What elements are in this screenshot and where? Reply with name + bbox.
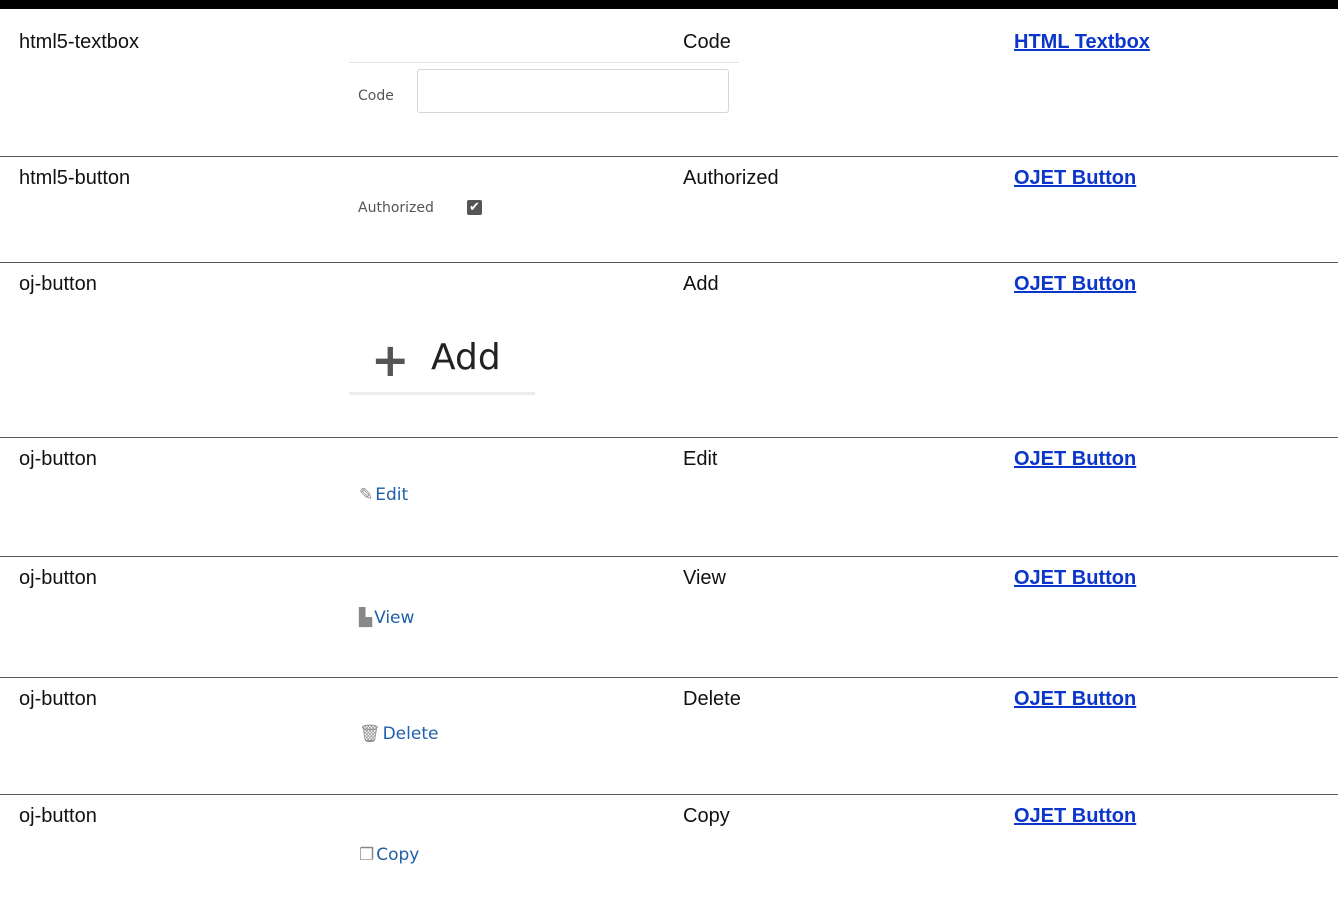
component-label: Add	[683, 273, 719, 295]
top-border	[0, 0, 1338, 9]
component-label: Copy	[683, 805, 730, 827]
view-button-label: View	[374, 608, 415, 628]
add-button[interactable]: + Add	[349, 333, 535, 398]
row-divider	[0, 794, 1338, 795]
component-name: oj-button	[19, 448, 97, 470]
delete-button[interactable]: 🗑 Delete	[359, 723, 438, 745]
edit-button[interactable]: ✎ Edit	[359, 484, 408, 506]
component-name: html5-textbox	[19, 31, 140, 53]
doc-link[interactable]: OJET Button	[1014, 167, 1136, 189]
component-label: Code	[683, 31, 731, 53]
copy-button-label: Copy	[376, 845, 420, 865]
row-divider	[0, 262, 1338, 263]
row-divider	[0, 677, 1338, 678]
button-underline	[349, 392, 535, 395]
component-label: Authorized	[683, 167, 779, 189]
doc-link[interactable]: HTML Textbox	[1014, 31, 1150, 53]
doc-link[interactable]: OJET Button	[1014, 273, 1136, 295]
edit-button-label: Edit	[375, 485, 409, 505]
component-label: Delete	[683, 688, 741, 710]
edit-icon: ✎	[359, 485, 374, 505]
trash-icon: 🗑	[359, 724, 381, 744]
plus-icon: +	[371, 333, 410, 387]
document-icon: ▙	[359, 608, 373, 628]
row-divider	[0, 556, 1338, 557]
component-name: oj-button	[19, 688, 97, 710]
component-name: html5-button	[19, 167, 131, 189]
code-input[interactable]	[417, 69, 729, 113]
row-divider	[0, 437, 1338, 438]
add-button-label: Add	[431, 337, 501, 378]
delete-button-label: Delete	[382, 724, 439, 744]
component-name: oj-button	[19, 567, 97, 589]
component-name: oj-button	[19, 805, 97, 827]
doc-link[interactable]: OJET Button	[1014, 567, 1136, 589]
copy-button[interactable]: ❐ Copy	[359, 844, 419, 866]
component-name: oj-button	[19, 273, 97, 295]
row-divider	[0, 156, 1338, 157]
component-label: Edit	[683, 448, 718, 470]
code-field-label: Code	[358, 88, 394, 104]
preview-divider	[349, 62, 739, 63]
component-label: View	[683, 567, 726, 589]
doc-link[interactable]: OJET Button	[1014, 448, 1136, 470]
doc-link[interactable]: OJET Button	[1014, 688, 1136, 710]
copy-icon: ❐	[359, 845, 375, 865]
authorized-label: Authorized	[358, 200, 434, 216]
view-button[interactable]: ▙ View	[359, 607, 414, 629]
doc-link[interactable]: OJET Button	[1014, 805, 1136, 827]
authorized-checkbox[interactable]: ✔	[467, 200, 482, 215]
